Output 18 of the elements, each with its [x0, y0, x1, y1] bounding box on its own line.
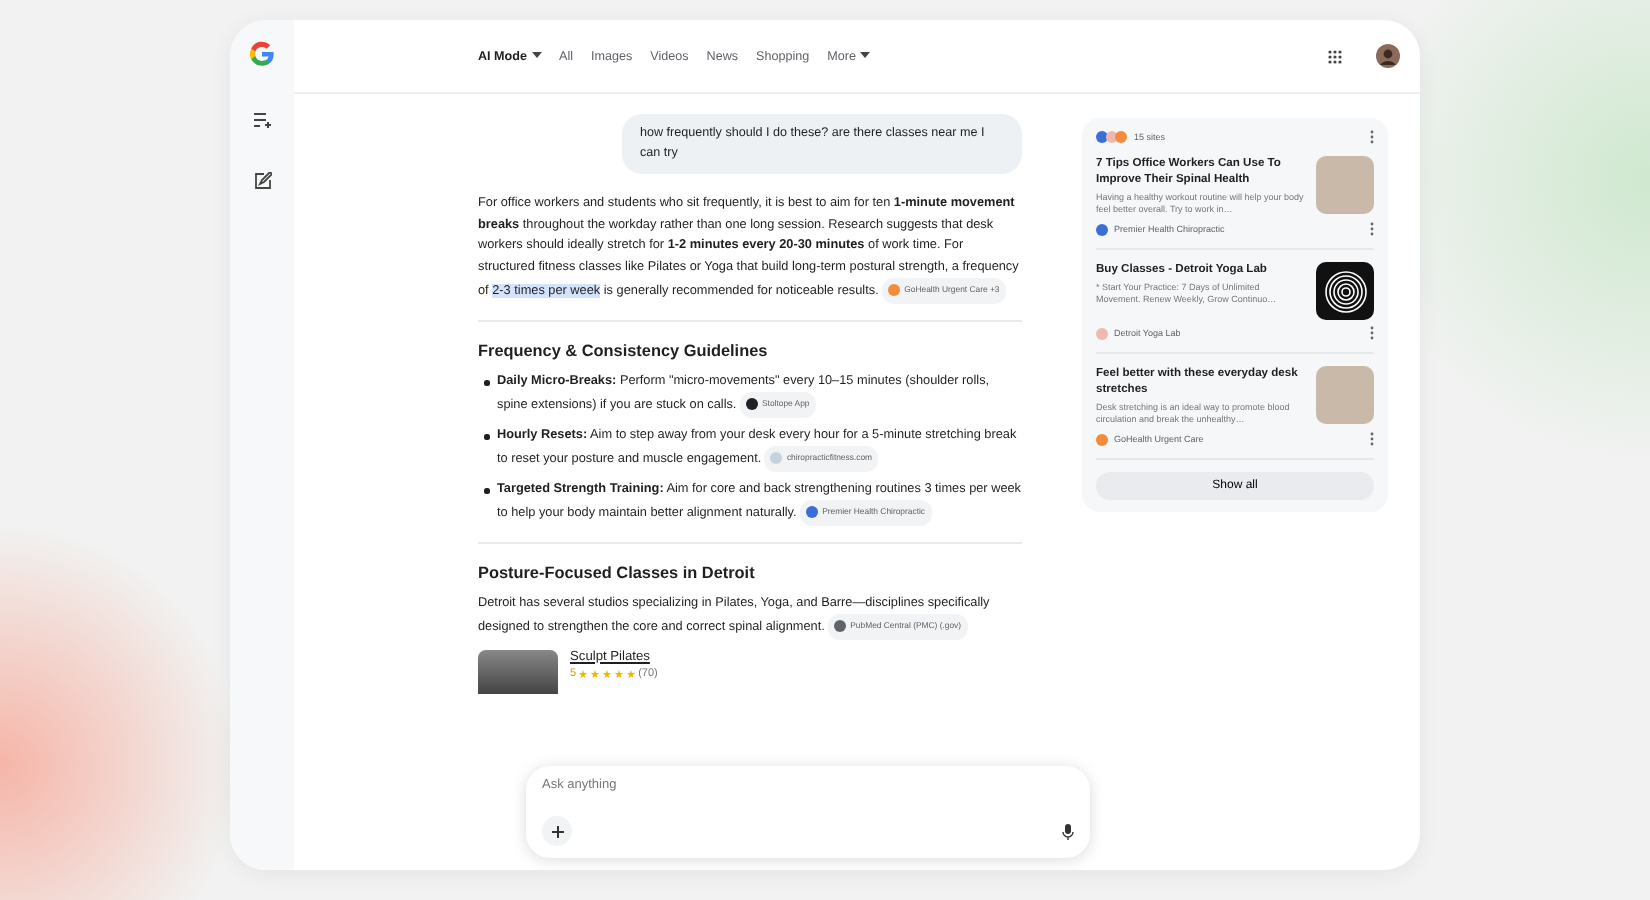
new-list-icon[interactable]: [253, 112, 271, 128]
photo-placeholder: [1316, 156, 1374, 214]
microphone-icon[interactable]: [1062, 823, 1074, 839]
site-icons-drawing: [1096, 130, 1128, 144]
section-heading: Frequency & Consistency Guidelines: [478, 341, 770, 359]
spiral-logo-icon: [1316, 262, 1374, 320]
plus-icon: [551, 825, 563, 837]
photo-placeholder: [1316, 366, 1374, 424]
google-logo-icon: [248, 40, 276, 68]
bullet-icon: [484, 434, 489, 439]
edit-icon[interactable]: [253, 172, 271, 190]
section-heading: Posture-Focused Classes in Detroit: [478, 563, 757, 581]
bullet-icon: [484, 488, 489, 493]
add-button[interactable]: [542, 816, 572, 846]
apps-grid-icon[interactable]: [1328, 49, 1342, 63]
avatar-icon[interactable]: [1376, 44, 1400, 68]
photo-placeholder: [478, 649, 558, 693]
bullet-icon: [484, 380, 489, 385]
